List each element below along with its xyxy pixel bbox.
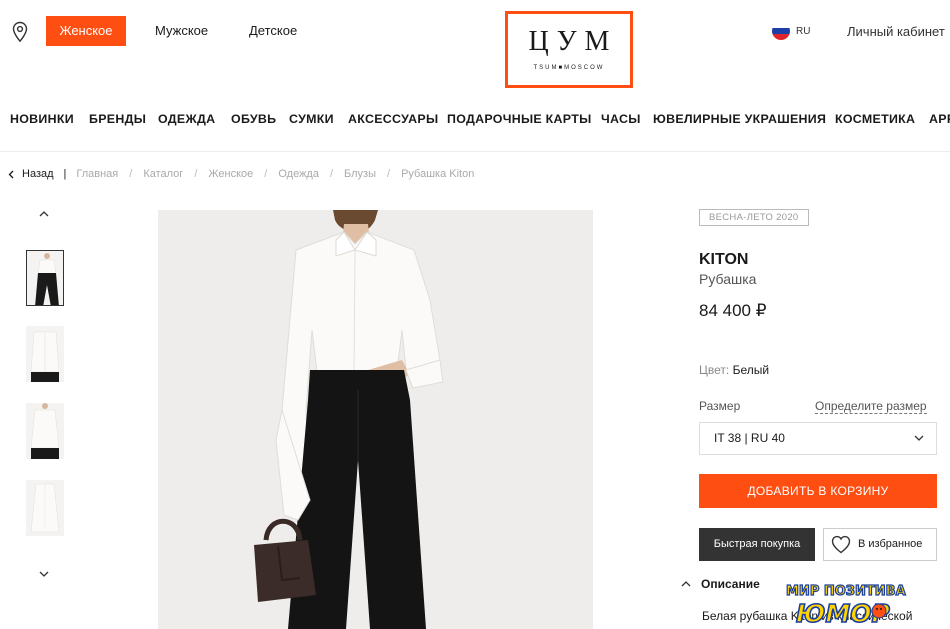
- thumbnail-image: [26, 480, 64, 536]
- breadcrumb-item-blouses[interactable]: Блузы: [344, 168, 376, 180]
- nav-bags[interactable]: СУМКИ: [289, 112, 334, 126]
- watermark-top-text: МИР ПОЗИТИВА: [786, 584, 906, 599]
- nav-brands[interactable]: БРЕНДЫ: [89, 112, 146, 126]
- breadcrumb-item-clothing[interactable]: Одежда: [278, 168, 319, 180]
- thumbnail-3[interactable]: [26, 403, 64, 459]
- breadcrumb-separator: |: [63, 168, 67, 180]
- thumbnail-1[interactable]: [26, 250, 64, 306]
- size-guide-link[interactable]: Определите размер: [815, 399, 927, 414]
- category-nav: НОВИНКИ БРЕНДЫ ОДЕЖДА ОБУВЬ СУМКИ АКСЕСС…: [0, 100, 950, 140]
- thumbnail-image: [26, 403, 64, 459]
- season-badge: ВЕСНА-ЛЕТО 2020: [699, 209, 809, 226]
- nav-cosmetics[interactable]: КОСМЕТИКА: [835, 112, 915, 126]
- product-main-image[interactable]: [158, 210, 593, 629]
- back-label: Назад: [22, 168, 54, 180]
- nav-gift-cards[interactable]: ПОДАРОЧНЫЕ КАРТЫ: [447, 112, 592, 126]
- logo-text: ЦУМ: [528, 26, 618, 57]
- product-photo: [158, 210, 593, 629]
- add-to-cart-button[interactable]: ДОБАВИТЬ В КОРЗИНУ: [699, 474, 937, 508]
- logo-subtext: TSUM■MOSCOW: [533, 65, 605, 71]
- product-type: Рубашка: [699, 271, 757, 287]
- selected-size: IT 38 | RU 40: [714, 431, 785, 445]
- tab-women[interactable]: Женское: [46, 16, 126, 46]
- language-code: RU: [796, 25, 811, 37]
- language-switcher[interactable]: RU: [772, 22, 810, 40]
- product-price: 84 400 ₽: [699, 301, 767, 320]
- size-select[interactable]: IT 38 | RU 40: [699, 422, 937, 455]
- color-info: Цвет: Белый: [699, 363, 769, 377]
- watermark-logo: МИР ПОЗИТИВА ЮМОР: [785, 583, 906, 626]
- quick-buy-button[interactable]: Быстрая покупка: [699, 528, 815, 561]
- color-value: Белый: [732, 363, 770, 377]
- add-to-favorites-button[interactable]: В избранное: [823, 528, 937, 561]
- nav-shoes[interactable]: ОБУВЬ: [231, 112, 276, 126]
- nav-jewelry[interactable]: ЮВЕЛИРНЫЕ УКРАШЕНИЯ: [653, 112, 826, 126]
- size-label: Размер: [699, 399, 741, 413]
- thumbnail-4[interactable]: [26, 480, 64, 536]
- color-label: Цвет:: [699, 363, 730, 377]
- tab-kids[interactable]: Детское: [235, 16, 311, 46]
- back-link[interactable]: Назад: [8, 168, 54, 180]
- chevron-down-icon: [914, 435, 924, 441]
- breadcrumb-item-current: Рубашка Kiton: [401, 168, 475, 180]
- nav-accessories[interactable]: АКСЕССУАРЫ: [348, 112, 438, 126]
- breadcrumb-separator: /: [194, 168, 198, 180]
- tsum-logo[interactable]: ЦУМ TSUM■MOSCOW: [505, 11, 633, 88]
- tab-men[interactable]: Мужское: [141, 16, 222, 46]
- nav-clothing[interactable]: ОДЕЖДА: [158, 112, 215, 126]
- description-title: Описание: [701, 577, 760, 591]
- breadcrumb-separator: /: [264, 168, 268, 180]
- chevron-down-icon[interactable]: [36, 566, 52, 582]
- breadcrumb-item-home[interactable]: Главная: [76, 168, 118, 180]
- breadcrumb-separator: /: [387, 168, 391, 180]
- russia-flag-icon: [772, 22, 790, 40]
- breadcrumb-separator: /: [329, 168, 334, 180]
- product-brand[interactable]: KITON: [699, 251, 748, 269]
- breadcrumb: Назад | Главная / Каталог / Женское / Од…: [8, 168, 474, 180]
- nav-new[interactable]: НОВИНКИ: [10, 112, 74, 126]
- thumbnail-image: [27, 251, 63, 305]
- chevron-up-icon: [681, 581, 691, 587]
- favorites-label: В избранное: [858, 538, 923, 550]
- chevron-up-icon[interactable]: [36, 206, 52, 222]
- account-link[interactable]: Личный кабинет: [847, 24, 945, 39]
- top-bar: Женское Мужское Детское ЦУМ TSUM■MOSCOW …: [0, 0, 950, 100]
- nav-watches[interactable]: ЧАСЫ: [601, 112, 641, 126]
- nav-app[interactable]: APP: [929, 112, 950, 126]
- thumbnail-2[interactable]: [26, 326, 64, 382]
- breadcrumb-separator: /: [129, 168, 133, 180]
- breadcrumb-item-catalog[interactable]: Каталог: [143, 168, 183, 180]
- thumbnail-image: [26, 326, 64, 382]
- nav-divider: [0, 151, 950, 152]
- chevron-left-icon: [8, 170, 14, 178]
- location-pin-icon[interactable]: [11, 21, 29, 43]
- breadcrumb-item-women[interactable]: Женское: [208, 168, 253, 180]
- heart-icon: [831, 535, 851, 554]
- description-toggle[interactable]: Описание: [681, 577, 760, 591]
